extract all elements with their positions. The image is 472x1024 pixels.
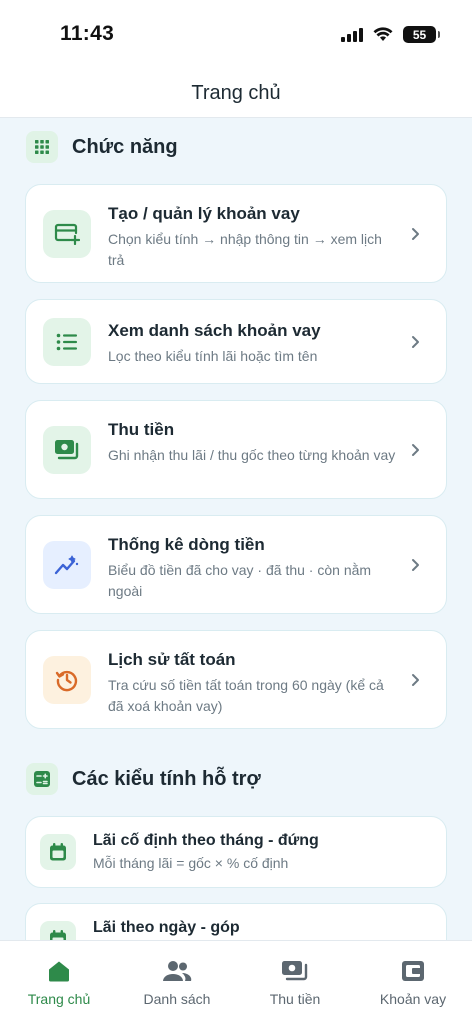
card-add-icon: [43, 210, 91, 258]
card-title: Lịch sử tất toán: [108, 650, 236, 669]
type-card-daily-installment[interactable]: Lãi theo ngày - góp: [25, 903, 447, 940]
type-card-title: Lãi cố định theo tháng - đứng: [93, 832, 319, 849]
tab-home[interactable]: Trang chủ: [0, 941, 118, 1024]
cellular-signal-icon: [341, 27, 363, 42]
card-subtitle: Biểu đồ tiền đã cho vay · đã thu · còn n…: [108, 562, 372, 599]
card-title: Thống kê dòng tiền: [108, 535, 265, 554]
section-title: Chức năng: [72, 135, 178, 158]
calculator-icon: [26, 763, 58, 795]
trend-icon: [43, 541, 91, 589]
chevron-right-icon: [412, 674, 419, 686]
card-title: Tạo / quản lý khoản vay: [108, 204, 300, 223]
status-bar: 11:43 55: [0, 0, 472, 70]
section-types: Các kiểu tính hỗ trợ: [26, 763, 261, 795]
section-title: Các kiểu tính hỗ trợ: [72, 767, 261, 790]
card-text: Thu tiền Ghi nhận thu lãi / thu gốc theo…: [108, 419, 396, 466]
tab-loans[interactable]: Khoản vay: [354, 941, 472, 1024]
section-functions: Chức năng: [26, 131, 178, 163]
list-icon: [43, 318, 91, 366]
people-icon: [118, 959, 236, 983]
card-subtitle: Tra cứu số tiền tất toán trong 60 ngày (…: [108, 677, 384, 714]
card-text: Tạo / quản lý khoản vay Chọn kiểu tính →…: [108, 203, 396, 271]
status-time: 11:43: [60, 22, 115, 45]
tab-label: Danh sách: [143, 991, 211, 1007]
type-card-subtitle: Mỗi tháng lãi = gốc × % cố định: [93, 855, 289, 871]
history-icon: [43, 656, 91, 704]
card-subtitle: Lọc theo kiểu tính lãi hoặc tìm tên: [108, 348, 318, 364]
nav-header: Trang chủ: [0, 70, 472, 118]
tab-collect[interactable]: Thu tiền: [236, 941, 354, 1024]
tab-label: Trang chủ: [27, 991, 91, 1007]
chevron-right-icon: [412, 228, 419, 240]
card-subtitle: Chọn kiểu tính → nhập thông tin → xem lị…: [108, 231, 382, 268]
chevron-right-icon: [412, 559, 419, 571]
wifi-icon: [373, 27, 393, 41]
cash-icon: [236, 959, 354, 983]
card-settlement-history[interactable]: Lịch sử tất toán Tra cứu số tiền tất toá…: [25, 630, 447, 729]
card-cashflow[interactable]: Thống kê dòng tiền Biểu đồ tiền đã cho v…: [25, 515, 447, 614]
calendar-icon: [40, 834, 76, 870]
chevron-right-icon: [412, 336, 419, 348]
tab-label: Thu tiền: [269, 991, 321, 1007]
tab-bar: Trang chủ Danh sách Thu tiền Khoản vay: [0, 940, 472, 1024]
card-text: Lịch sử tất toán Tra cứu số tiền tất toá…: [108, 649, 396, 717]
card-title: Xem danh sách khoản vay: [108, 321, 321, 340]
battery-icon: 55: [403, 26, 440, 43]
main-content[interactable]: Chức năng Tạo / quản lý khoản vay Chọn k…: [0, 118, 472, 940]
card-collect[interactable]: Thu tiền Ghi nhận thu lãi / thu gốc theo…: [25, 400, 447, 499]
type-card-monthly-fixed[interactable]: Lãi cố định theo tháng - đứng Mỗi tháng …: [25, 816, 447, 888]
card-text: Thống kê dòng tiền Biểu đồ tiền đã cho v…: [108, 534, 396, 602]
wallet-icon: [354, 959, 472, 983]
chevron-right-icon: [412, 444, 419, 456]
tab-label: Khoản vay: [379, 991, 447, 1007]
grid-icon: [26, 131, 58, 163]
page-title: Trang chủ: [191, 82, 281, 104]
card-create-loan[interactable]: Tạo / quản lý khoản vay Chọn kiểu tính →…: [25, 184, 447, 283]
calendar-icon: [40, 921, 76, 940]
card-text: Xem danh sách khoản vay Lọc theo kiểu tí…: [108, 320, 396, 367]
type-card-title: Lãi theo ngày - góp: [93, 919, 240, 936]
cash-icon: [43, 426, 91, 474]
status-icons: 55: [341, 26, 440, 43]
tab-list[interactable]: Danh sách: [118, 941, 236, 1024]
card-loan-list[interactable]: Xem danh sách khoản vay Lọc theo kiểu tí…: [25, 299, 447, 384]
home-icon: [0, 959, 118, 983]
card-title: Thu tiền: [108, 420, 175, 439]
card-subtitle: Ghi nhận thu lãi / thu gốc theo từng kho…: [108, 447, 396, 463]
